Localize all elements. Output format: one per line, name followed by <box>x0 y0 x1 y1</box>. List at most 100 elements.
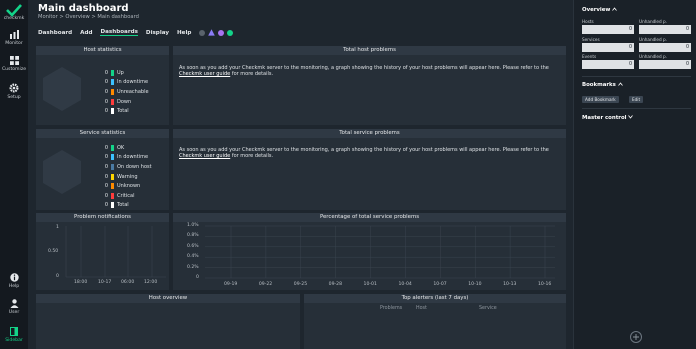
user-guide-link[interactable]: Checkmk user guide <box>179 71 230 77</box>
overview-value[interactable]: 0 <box>582 43 634 52</box>
x-tick-label: 10-01 <box>363 282 377 287</box>
host-stat-total[interactable]: 0 Total <box>102 106 149 116</box>
y-tick-label: 1.0% <box>187 223 199 228</box>
host-stat-count: 0 <box>104 88 108 95</box>
pct-service-problems-dashlet: Percentage of total service problems 1.0… <box>173 213 566 290</box>
add-snapin-button[interactable] <box>630 331 642 343</box>
service-stat-downtime[interactable]: 0 In downtime <box>102 153 152 163</box>
user-guide-link[interactable]: Checkmk user guide <box>179 153 230 159</box>
shield-icon[interactable] <box>218 29 225 36</box>
status-swatch <box>111 69 114 76</box>
breadcrumb[interactable]: Monitor > Overview > Main dashboard <box>38 14 139 20</box>
column-header-problems[interactable]: Problems <box>380 306 402 311</box>
x-tick-label: 09-28 <box>328 282 343 287</box>
main-navigation: checkmk Monitor Customize Setup Help Use… <box>0 0 28 349</box>
nav-customize[interactable]: Customize <box>0 56 28 72</box>
sidebar: Overview Hosts 0 Unhandled p. 0 Services… <box>573 0 696 349</box>
host-stat-count: 0 <box>104 98 108 105</box>
service-stat-label: Warning <box>117 173 138 180</box>
service-statistics-dashlet: Service statistics 0 OK 0 In downtime 0 On … <box>36 129 169 210</box>
y-tick-label: 0.4% <box>187 254 199 260</box>
overview-value[interactable]: 0 <box>639 25 691 34</box>
x-tick-label: 09-19 <box>224 282 238 287</box>
edit-bookmarks-button[interactable]: Edit <box>629 96 644 103</box>
nav-user-label: User <box>8 310 20 315</box>
bookmarks-title: Bookmarks <box>582 82 616 88</box>
host-stat-count: 0 <box>104 69 108 76</box>
service-stat-count: 0 <box>104 154 108 161</box>
service-stat-count: 0 <box>104 144 108 151</box>
spotify-icon[interactable] <box>227 29 234 36</box>
overview-snapin-title[interactable]: Overview <box>582 7 618 13</box>
menu-dashboards[interactable]: Dashboards <box>100 29 138 36</box>
service-stat-unknown[interactable]: 0 Unknown <box>102 181 152 191</box>
nav-setup-label: Setup <box>7 95 21 100</box>
service-stat-count: 0 <box>104 192 108 199</box>
service-problems-text-end: for more details. <box>231 153 274 160</box>
nav-sidebar[interactable]: Sidebar <box>0 327 28 343</box>
monitor-icon <box>9 30 19 39</box>
nav-monitor[interactable]: Monitor <box>0 30 28 46</box>
host-overview-dashlet: Host overview <box>36 294 300 349</box>
nav-setup[interactable]: Setup <box>0 83 28 100</box>
service-stat-label: Unknown <box>117 183 141 190</box>
warning-icon[interactable] <box>208 29 216 36</box>
status-icon[interactable] <box>199 29 206 36</box>
host-stat-up[interactable]: 0 Up <box>102 68 149 78</box>
add-bookmark-button[interactable]: Add Bookmark <box>582 96 619 103</box>
service-stat-label: Critical <box>117 192 135 199</box>
service-stat-on-down-host[interactable]: 0 On down host <box>102 162 152 172</box>
master-control-title: Master control <box>582 115 627 121</box>
problem-notifications-title: Problem notifications <box>36 213 169 222</box>
host-problems-text: As soon as you add your Checkmk server t… <box>179 65 549 71</box>
service-stats-legend: 0 OK 0 In downtime 0 On down host 0 Warning … <box>102 143 152 210</box>
status-swatch <box>111 183 114 190</box>
master-control-snapin-title[interactable]: Master control <box>582 115 634 121</box>
overview-title: Overview <box>582 7 611 13</box>
nav-customize-label: Customize <box>1 67 27 72</box>
service-stat-total[interactable]: 0 Total <box>102 201 152 211</box>
status-swatch <box>111 144 114 151</box>
overview-value[interactable]: 0 <box>582 25 634 34</box>
nav-help[interactable]: Help <box>0 273 28 289</box>
status-swatch <box>111 154 114 161</box>
host-stat-unreachable[interactable]: 0 Unreachable <box>102 87 149 97</box>
host-stat-label: Up <box>117 69 124 76</box>
x-tick-label: 12:00 <box>144 280 158 285</box>
service-stat-critical[interactable]: 0 Critical <box>102 191 152 201</box>
menu-display[interactable]: Display <box>146 30 169 36</box>
top-alerters-dashlet: Top alerters (last 7 days) Problems Host… <box>304 294 566 349</box>
service-problems-message: As soon as you add your Checkmk server t… <box>179 147 559 159</box>
service-stat-warning[interactable]: 0 Warning <box>102 172 152 182</box>
host-problems-message: As soon as you add your Checkmk server t… <box>179 65 559 77</box>
top-alerters-title: Top alerters (last 7 days) <box>304 294 566 303</box>
x-tick-label: 10-04 <box>398 282 412 287</box>
bookmarks-snapin-title[interactable]: Bookmarks <box>582 82 623 88</box>
x-tick-label: 09-25 <box>293 282 308 287</box>
sidebar-icon <box>10 327 18 336</box>
overview-value[interactable]: 0 <box>639 60 691 69</box>
host-stat-count: 0 <box>104 108 108 115</box>
host-stat-downtime[interactable]: 0 In downtime <box>102 78 149 88</box>
menu-add[interactable]: Add <box>80 30 92 36</box>
service-problems-text: As soon as you add your Checkmk server t… <box>179 147 549 153</box>
service-hexagon-chart <box>43 150 81 194</box>
host-stat-label: Unreachable <box>117 88 149 95</box>
service-stat-count: 0 <box>104 173 108 180</box>
service-stat-ok[interactable]: 0 OK <box>102 143 152 153</box>
service-problems-title: Total service problems <box>173 129 566 138</box>
page-title: Main dashboard <box>38 3 129 14</box>
overview-label: Unhandled p. <box>639 54 667 59</box>
menu-dashboard[interactable]: Dashboard <box>38 30 72 36</box>
nav-sidebar-label: Sidebar <box>5 338 23 343</box>
menu-help[interactable]: Help <box>177 30 191 36</box>
overview-value[interactable]: 0 <box>582 60 634 69</box>
column-header-service[interactable]: Service <box>479 306 497 311</box>
column-header-host[interactable]: Host <box>416 306 427 311</box>
overview-value[interactable]: 0 <box>639 43 691 52</box>
status-swatch <box>111 88 114 95</box>
nav-user[interactable]: User <box>0 299 28 315</box>
divider <box>582 108 691 109</box>
checkmk-logo-icon[interactable] <box>5 3 23 17</box>
host-stat-down[interactable]: 0 Down <box>102 97 149 107</box>
